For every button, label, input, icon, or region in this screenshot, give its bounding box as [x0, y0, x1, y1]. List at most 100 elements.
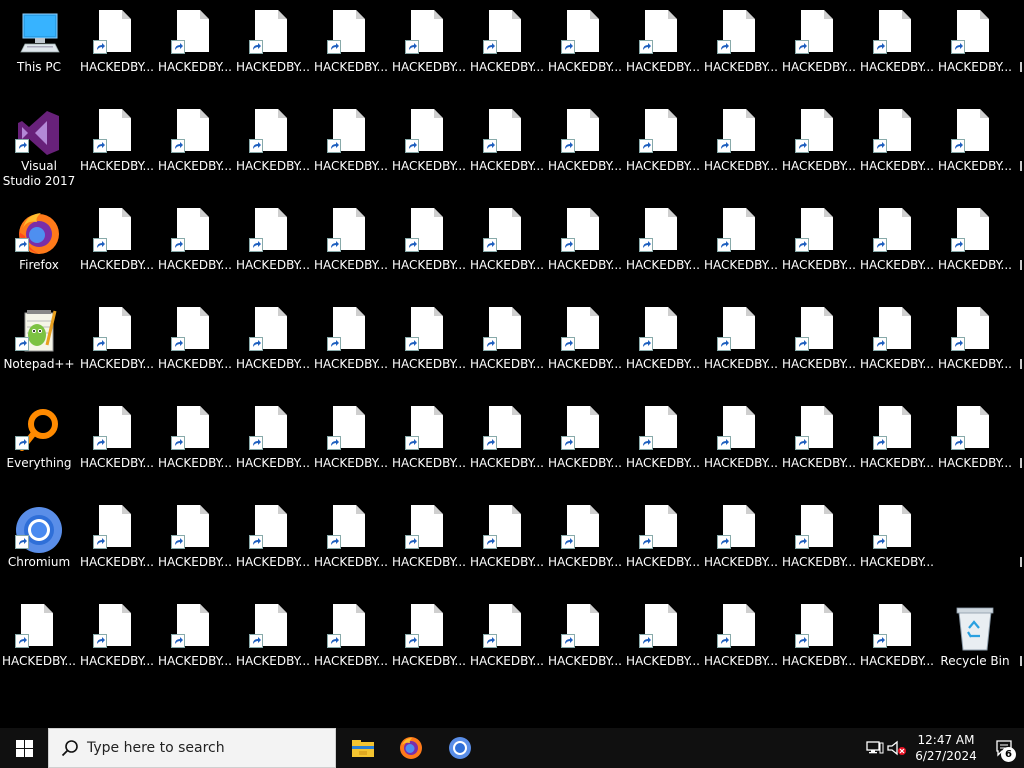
- taskbar-clock[interactable]: 12:47 AM 6/27/2024: [908, 732, 984, 764]
- desktop-icon-recycle-bin[interactable]: Recycle Bin: [937, 598, 1013, 694]
- taskbar-chromium[interactable]: [436, 728, 484, 768]
- desktop-file-shortcut[interactable]: HACKEDBY...: [235, 103, 311, 199]
- desktop-file-shortcut[interactable]: HACKEDBY...: [469, 598, 545, 694]
- volume-muted-icon[interactable]: [886, 737, 908, 759]
- desktop-file-shortcut[interactable]: HACKEDBY...: [781, 103, 857, 199]
- desktop-file-shortcut[interactable]: HACKEDBY...: [157, 301, 233, 397]
- desktop-icon-visual-studio[interactable]: Visual Studio 2017: [1, 103, 77, 199]
- desktop-file-shortcut[interactable]: HACKEDBY...: [313, 103, 389, 199]
- desktop-file-shortcut[interactable]: HACKEDBY...: [391, 202, 467, 298]
- desktop-file-shortcut[interactable]: HACKEDBY...: [391, 598, 467, 694]
- desktop-file-shortcut[interactable]: HACKEDBY...: [391, 103, 467, 199]
- desktop-file-shortcut[interactable]: HACKEDBY...: [547, 499, 623, 595]
- desktop-file-shortcut[interactable]: HACKEDBY...: [79, 598, 155, 694]
- desktop-icon-chromium[interactable]: Chromium: [1, 499, 77, 595]
- desktop-file-shortcut[interactable]: HACKEDBY...: [859, 4, 935, 100]
- taskbar-file-explorer[interactable]: [339, 728, 387, 768]
- desktop-file-shortcut[interactable]: HACKEDBY...: [781, 499, 857, 595]
- desktop-file-shortcut[interactable]: HACKEDBY...: [469, 103, 545, 199]
- desktop-file-shortcut[interactable]: HACKEDBY...: [703, 301, 779, 397]
- desktop-file-shortcut[interactable]: HACKEDBY...: [625, 598, 701, 694]
- desktop[interactable]: This PC Visual Studio 2017 Firefox Notep…: [0, 0, 1024, 728]
- desktop-file-shortcut[interactable]: HACKEDBY...: [313, 301, 389, 397]
- desktop-file-shortcut[interactable]: HACKEDBY...: [235, 499, 311, 595]
- desktop-file-shortcut[interactable]: HACKEDBY...: [79, 103, 155, 199]
- desktop-file-shortcut[interactable]: HACKEDBY...: [859, 202, 935, 298]
- desktop-file-shortcut[interactable]: HACKEDBY...: [703, 400, 779, 496]
- desktop-file-shortcut[interactable]: HACKEDBY...: [157, 400, 233, 496]
- desktop-file-shortcut[interactable]: HACKEDBY...: [781, 301, 857, 397]
- desktop-file-shortcut[interactable]: HACKEDBY...: [235, 202, 311, 298]
- desktop-file-shortcut[interactable]: HACKEDBY...: [703, 499, 779, 595]
- desktop-file-shortcut[interactable]: HACKEDBY...: [547, 202, 623, 298]
- desktop-file-shortcut[interactable]: HACKEDBY...: [703, 598, 779, 694]
- desktop-file-shortcut[interactable]: HACKEDBY...: [235, 4, 311, 100]
- desktop-file-shortcut[interactable]: HACKEDBY...: [469, 499, 545, 595]
- desktop-file-shortcut[interactable]: HACKEDBY...: [547, 598, 623, 694]
- desktop-file-shortcut[interactable]: HACKEDBY...: [391, 301, 467, 397]
- desktop-file-shortcut[interactable]: HACKEDBY...: [547, 4, 623, 100]
- desktop-file-shortcut[interactable]: HACKEDBY...: [859, 103, 935, 199]
- start-button[interactable]: [0, 728, 48, 768]
- desktop-file-shortcut[interactable]: HACKEDBY...: [625, 202, 701, 298]
- desktop-file-shortcut[interactable]: HACKEDBY...: [781, 598, 857, 694]
- desktop-file-shortcut[interactable]: HACKEDBY...: [859, 301, 935, 397]
- desktop-file-shortcut[interactable]: HACKEDBY...: [469, 202, 545, 298]
- desktop-file-shortcut[interactable]: HACKEDBY...: [79, 301, 155, 397]
- desktop-file-shortcut[interactable]: HACKEDBY...: [313, 4, 389, 100]
- desktop-file-shortcut[interactable]: HACKEDBY...: [703, 103, 779, 199]
- desktop-file-shortcut[interactable]: HACKEDBY...: [235, 301, 311, 397]
- desktop-icon-firefox[interactable]: Firefox: [1, 202, 77, 298]
- desktop-file-shortcut[interactable]: HACKEDBY...: [937, 4, 1013, 100]
- desktop-file-shortcut[interactable]: HACKEDBY...: [313, 499, 389, 595]
- desktop-file-shortcut[interactable]: HACKEDBY...: [625, 400, 701, 496]
- desktop-file-shortcut[interactable]: HACKEDBY...: [391, 499, 467, 595]
- desktop-file-shortcut[interactable]: HACKEDBY...: [937, 103, 1013, 199]
- desktop-file-shortcut[interactable]: HACKEDBY...: [625, 103, 701, 199]
- taskbar-search-box[interactable]: Type here to search: [48, 728, 336, 768]
- desktop-file-shortcut[interactable]: HACKEDBY...: [781, 400, 857, 496]
- desktop-file-shortcut[interactable]: HACKEDBY...: [625, 301, 701, 397]
- desktop-file-shortcut[interactable]: HACKEDBY...: [937, 202, 1013, 298]
- desktop-file-shortcut[interactable]: HACKEDBY...: [157, 4, 233, 100]
- desktop-file-shortcut[interactable]: HACKEDBY...: [859, 400, 935, 496]
- network-icon[interactable]: [864, 737, 886, 759]
- desktop-icon-this-pc[interactable]: This PC: [1, 4, 77, 100]
- desktop-file-shortcut[interactable]: HACKEDBY...: [703, 202, 779, 298]
- desktop-file-shortcut[interactable]: HACKEDBY...: [781, 202, 857, 298]
- desktop-file-shortcut[interactable]: HACKEDBY...: [469, 301, 545, 397]
- desktop-file-shortcut[interactable]: HACKEDBY...: [235, 400, 311, 496]
- desktop-file-shortcut[interactable]: HACKEDBY...: [235, 598, 311, 694]
- desktop-file-shortcut[interactable]: HACKEDBY...: [79, 400, 155, 496]
- desktop-file-shortcut[interactable]: HACKEDBY...: [313, 598, 389, 694]
- desktop-file-shortcut[interactable]: HACKEDBY...: [547, 400, 623, 496]
- desktop-icon-notepadpp[interactable]: Notepad++: [1, 301, 77, 397]
- desktop-file-shortcut[interactable]: HACKEDBY...: [469, 400, 545, 496]
- desktop-file-shortcut[interactable]: HACKEDBY...: [469, 4, 545, 100]
- desktop-file-shortcut[interactable]: HACKEDBY...: [781, 4, 857, 100]
- desktop-file-shortcut[interactable]: HACKEDBY...: [157, 598, 233, 694]
- desktop-file-shortcut[interactable]: HACKEDBY...: [313, 400, 389, 496]
- desktop-file-shortcut[interactable]: HACKEDBY...: [937, 400, 1013, 496]
- desktop-file-shortcut[interactable]: HACKEDBY...: [391, 400, 467, 496]
- desktop-file-shortcut[interactable]: HACKEDBY...: [79, 499, 155, 595]
- desktop-file-shortcut[interactable]: HACKEDBY...: [313, 202, 389, 298]
- desktop-file-shortcut[interactable]: HACKEDBY...: [859, 598, 935, 694]
- desktop-file-shortcut[interactable]: HACKEDBY...: [547, 301, 623, 397]
- taskbar-firefox[interactable]: [387, 728, 435, 768]
- desktop-file-shortcut[interactable]: HACKEDBY...: [1, 598, 77, 694]
- desktop-file-shortcut[interactable]: HACKEDBY...: [547, 103, 623, 199]
- desktop-file-shortcut[interactable]: HACKEDBY...: [625, 4, 701, 100]
- desktop-file-shortcut[interactable]: HACKEDBY...: [79, 4, 155, 100]
- action-center-button[interactable]: 6: [984, 728, 1024, 768]
- desktop-file-shortcut[interactable]: HACKEDBY...: [859, 499, 935, 595]
- desktop-file-shortcut[interactable]: HACKEDBY...: [157, 202, 233, 298]
- desktop-file-shortcut[interactable]: HACKEDBY...: [79, 202, 155, 298]
- desktop-icon-everything[interactable]: Everything: [1, 400, 77, 496]
- desktop-file-shortcut[interactable]: HACKEDBY...: [625, 499, 701, 595]
- desktop-file-shortcut[interactable]: HACKEDBY...: [157, 103, 233, 199]
- desktop-file-shortcut[interactable]: HACKEDBY...: [391, 4, 467, 100]
- desktop-file-shortcut[interactable]: HACKEDBY...: [937, 301, 1013, 397]
- desktop-file-shortcut[interactable]: HACKEDBY...: [703, 4, 779, 100]
- desktop-file-shortcut[interactable]: HACKEDBY...: [157, 499, 233, 595]
